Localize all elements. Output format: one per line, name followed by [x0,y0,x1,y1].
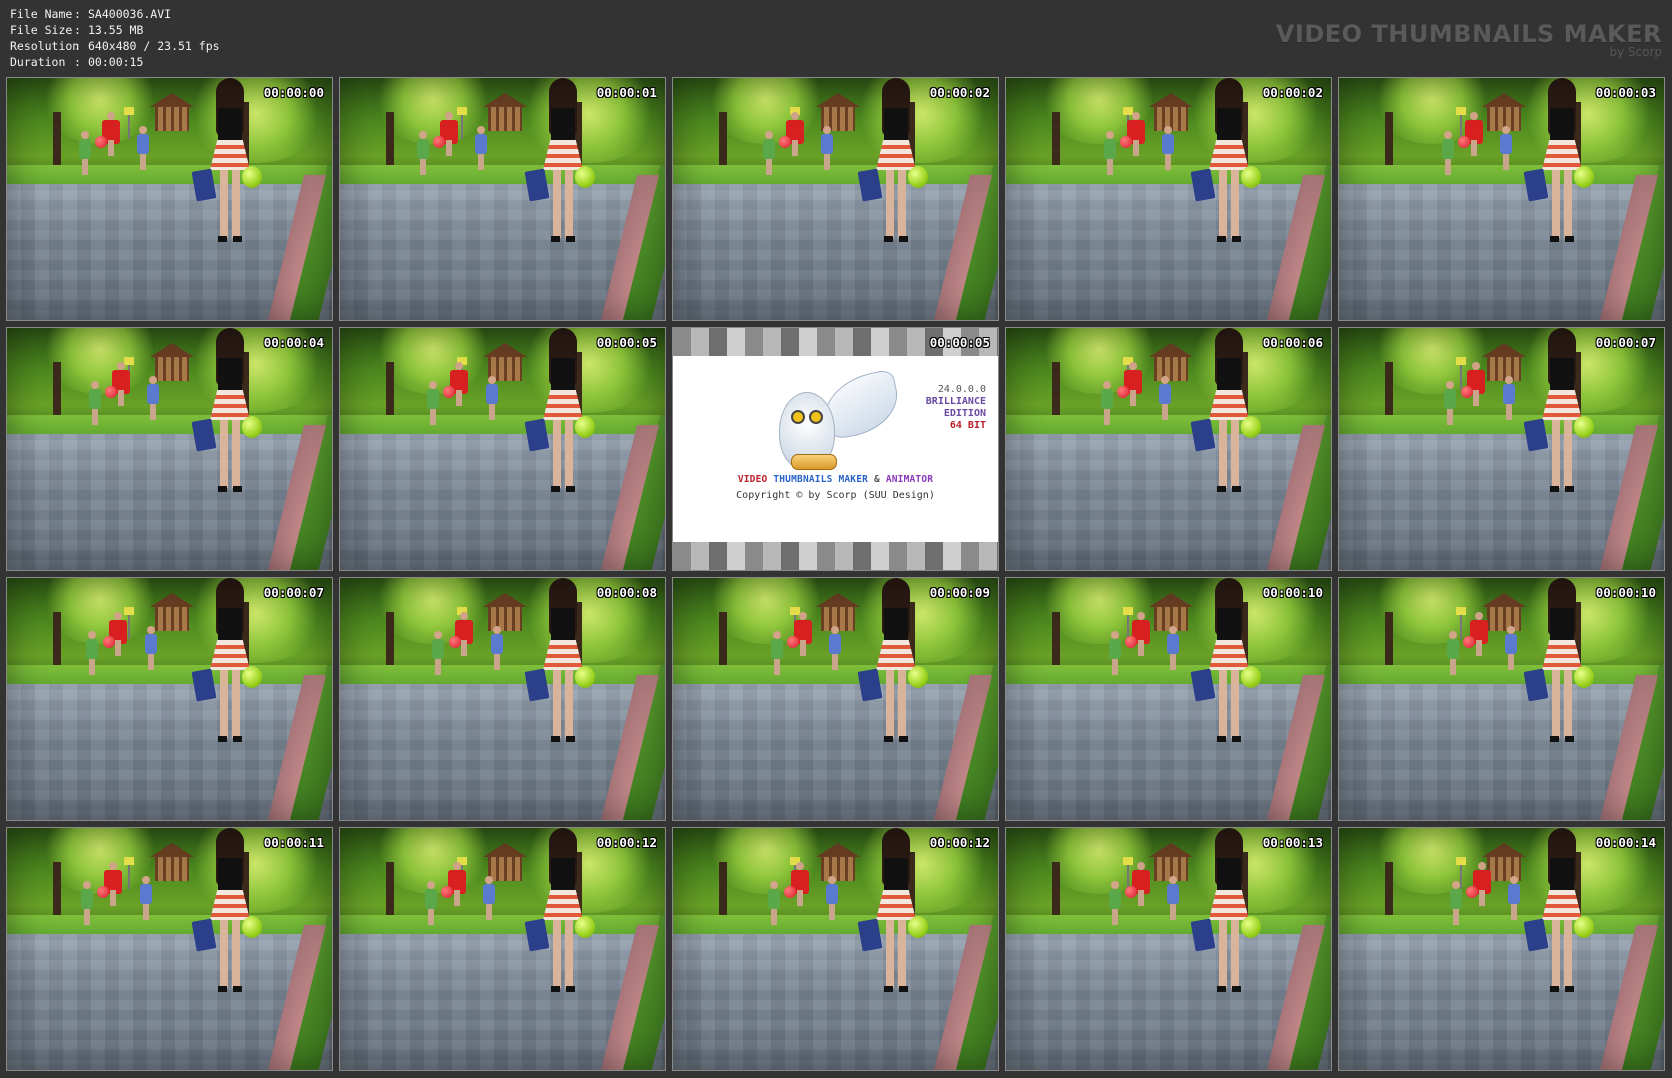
separator: : [74,55,81,69]
thumbnail-timestamp: 00:00:11 [263,835,324,850]
video-frame-image [1339,78,1664,320]
resolution-row: Resolution: 640x480 / 23.51 fps [10,38,220,54]
brand-title: VIDEO THUMBNAILS MAKER [1275,20,1662,48]
video-frame-image [1339,578,1664,820]
video-thumbnail[interactable]: 00:00:06 [1005,327,1332,571]
video-thumbnail[interactable]: 00:00:04 [6,327,333,571]
product-part3: & [868,474,886,485]
video-thumbnail[interactable]: 00:00:01 [339,77,666,321]
video-thumbnail[interactable]: 00:00:12 [672,827,999,1071]
file-name-row: File Name: SA400036.AVI [10,6,220,22]
video-frame-image [7,328,332,570]
duration-value: 00:00:15 [88,55,144,69]
video-thumbnail[interactable]: 00:00:02 [672,77,999,321]
resolution-label: Resolution [10,39,80,53]
video-frame-image [7,78,332,320]
product-name: VIDEO THUMBNAILS MAKER & ANIMATOR [673,474,998,485]
thumbnail-timestamp: 00:00:02 [1262,85,1323,100]
thumbnail-grid: 00:00:00 00:00:01 00:00:02 00:00:02 00:0… [6,77,1667,1071]
video-thumbnail[interactable]: 00:00:00 [6,77,333,321]
video-frame-image [673,828,998,1070]
video-frame-image [1339,828,1664,1070]
splash-version-block: 24.0.0.0 BRILLIANCE EDITION 64 BIT [926,384,986,432]
video-frame-image [673,578,998,820]
video-frame-image [673,78,998,320]
duration-label: Duration [10,55,66,69]
video-thumbnail[interactable]: 00:00:14 [1338,827,1665,1071]
header: File Name: SA400036.AVI File Size:13.55 M… [0,0,1672,78]
video-thumbnail[interactable]: 00:00:11 [6,827,333,1071]
video-frame-image [1006,78,1331,320]
product-part1: VIDEO [737,474,774,485]
video-frame-image [340,78,665,320]
video-thumbnail[interactable]: 00:00:07 [6,577,333,821]
thumbnail-timestamp: 00:00:04 [263,335,324,350]
file-size-label: File Size [10,23,73,37]
video-frame-image [340,828,665,1070]
thumbnail-timestamp: 00:00:13 [1262,835,1323,850]
video-thumbnail[interactable]: 00:00:10 [1338,577,1665,821]
thumbnail-timestamp: 00:00:10 [1595,585,1656,600]
video-frame-image [7,828,332,1070]
separator: : [74,23,81,37]
thumbnail-timestamp: 00:00:02 [929,85,990,100]
thumbnail-timestamp: 00:00:06 [1262,335,1323,350]
duration-row: Duration:00:00:15 [10,54,220,70]
splash-bottom-strip [673,542,998,570]
thumbnail-timestamp: 00:00:05 [929,335,990,350]
video-frame-image [340,578,665,820]
splash-thumbnail: 00:00:05 24.0.0.0 BRILLIANCE EDITION 64 … [672,327,999,571]
video-frame-image [340,328,665,570]
video-thumbnail[interactable]: 00:00:02 [1005,77,1332,321]
video-frame-image [1006,578,1331,820]
separator: : [74,39,81,53]
video-thumbnail[interactable]: 00:00:05 [339,327,666,571]
video-frame-image [1006,828,1331,1070]
file-info: File Name: SA400036.AVI File Size:13.55 M… [10,6,220,70]
thumbnail-timestamp: 00:00:10 [1262,585,1323,600]
video-thumbnail[interactable]: 00:00:07 [1338,327,1665,571]
thumbnail-timestamp: 00:00:08 [596,585,657,600]
product-part4: ANIMATOR [885,474,934,485]
thumbnail-timestamp: 00:00:09 [929,585,990,600]
edition-line1: BRILLIANCE [925,396,986,407]
video-thumbnail[interactable]: 00:00:03 [1338,77,1665,321]
thumbnail-timestamp: 00:00:01 [596,85,657,100]
video-frame-image [1006,328,1331,570]
video-thumbnail[interactable]: 00:00:08 [339,577,666,821]
thumbnail-timestamp: 00:00:14 [1595,835,1656,850]
product-part2: THUMBNAILS MAKER [773,474,869,485]
bit-label: 64 BIT [949,420,986,431]
brand-watermark: VIDEO THUMBNAILS MAKER by Scorp [1276,20,1662,59]
thumbnail-timestamp: 00:00:12 [596,835,657,850]
thumbnail-timestamp: 00:00:00 [263,85,324,100]
copyright-text: Copyright © by Scorp (SUU Design) [736,490,935,501]
edition-line2: EDITION [943,408,986,419]
video-thumbnail[interactable]: 00:00:12 [339,827,666,1071]
video-frame-image [1339,328,1664,570]
file-size-row: File Size:13.55 MB [10,22,220,38]
thumbnail-timestamp: 00:00:05 [596,335,657,350]
file-size-value: 13.55 MB [88,23,144,37]
separator: : [74,7,81,21]
resolution-value: 640x480 / 23.51 fps [88,39,220,53]
file-name-label: File Name [10,7,73,21]
thumbnail-timestamp: 00:00:07 [1595,335,1656,350]
thumbnail-timestamp: 00:00:07 [263,585,324,600]
file-name-value: SA400036.AVI [88,7,172,21]
video-thumbnail[interactable]: 00:00:10 [1005,577,1332,821]
video-thumbnail[interactable]: 00:00:09 [672,577,999,821]
video-frame-image [7,578,332,820]
thumbnail-timestamp: 00:00:12 [929,835,990,850]
thumbnail-timestamp: 00:00:03 [1595,85,1656,100]
version-number: 24.0.0.0 [937,384,986,395]
video-thumbnail[interactable]: 00:00:13 [1005,827,1332,1071]
